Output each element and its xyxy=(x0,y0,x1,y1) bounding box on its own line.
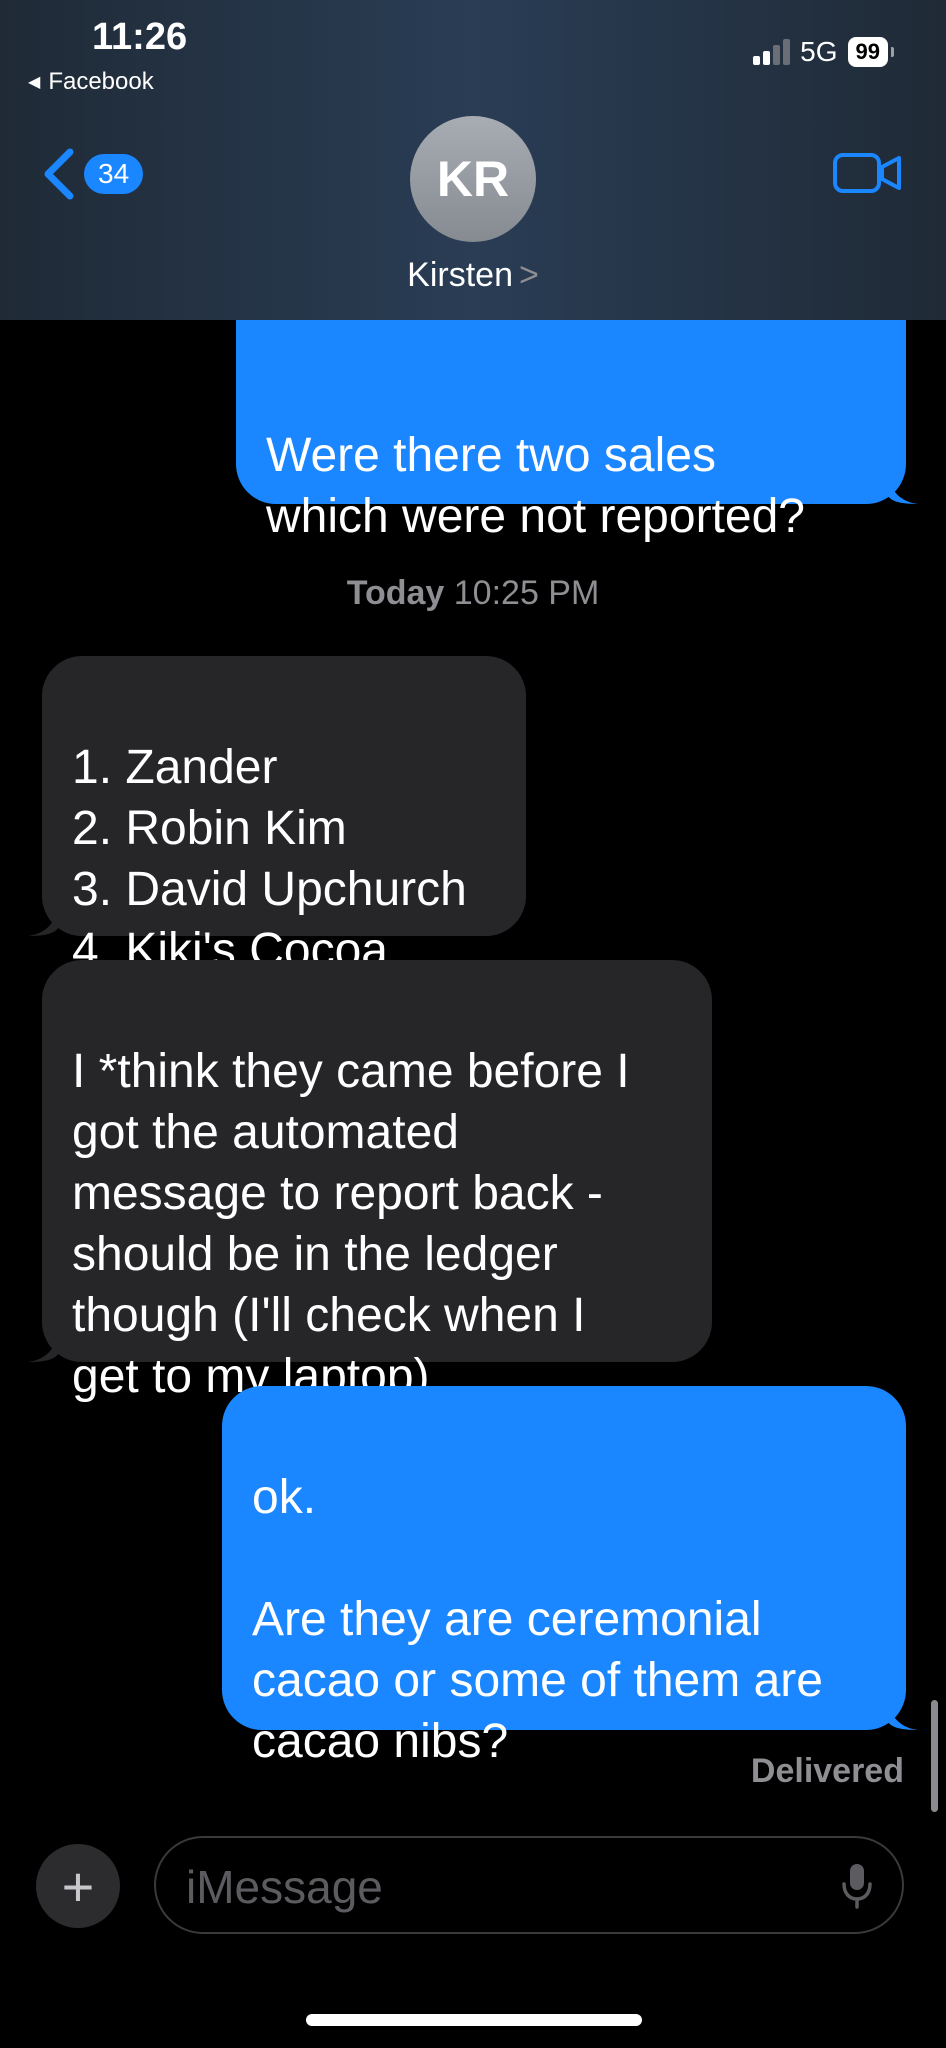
back-triangle-icon: ◀ xyxy=(28,74,41,91)
avatar[interactable]: KR xyxy=(410,116,536,242)
message-text: I *think they came before I got the auto… xyxy=(72,1045,630,1403)
status-indicators: 5G 99 xyxy=(753,36,895,68)
delivery-status: Delivered xyxy=(750,1752,904,1790)
cellular-signal-icon xyxy=(753,39,791,65)
plus-icon: + xyxy=(61,1854,95,1918)
timestamp-time: 10:25 PM xyxy=(453,574,600,612)
bubble-tail xyxy=(888,1700,918,1730)
contact-name[interactable]: Kirsten > xyxy=(0,256,946,295)
microphone-icon[interactable] xyxy=(840,1862,874,1910)
avatar-initials: KR xyxy=(436,151,510,207)
battery-level: 99 xyxy=(847,37,895,67)
bubble-tail xyxy=(888,474,918,504)
scrollbar[interactable] xyxy=(931,1700,938,1812)
status-time: 11:26 xyxy=(92,16,188,58)
message-text: ok. Are they are ceremonial cacao or som… xyxy=(252,1471,823,1768)
message-text: Were there two sales which were not repo… xyxy=(266,429,805,543)
bubble-tail xyxy=(28,906,58,936)
back-app-label: Facebook xyxy=(48,68,154,95)
received-message-bubble[interactable]: I *think they came before I got the auto… xyxy=(42,960,712,1403)
timestamp: Today 10:25 PM xyxy=(0,574,946,613)
chevron-right-icon: > xyxy=(518,256,539,294)
conversation-header: 11:26 ◀ Facebook 5G 99 34 KR Kirsten > xyxy=(0,0,946,320)
timestamp-day: Today xyxy=(346,574,445,612)
chevron-left-icon[interactable] xyxy=(40,148,76,200)
bubble-tail xyxy=(28,1332,58,1362)
received-message-bubble[interactable]: 1. Zander 2. Robin Kim 3. David Upchurch… xyxy=(42,656,526,977)
unread-count-badge[interactable]: 34 xyxy=(84,154,144,194)
message-input[interactable]: iMessage xyxy=(154,1836,904,1934)
message-text: 1. Zander 2. Robin Kim 3. David Upchurch… xyxy=(72,741,467,977)
sent-message-bubble[interactable]: ok. Are they are ceremonial cacao or som… xyxy=(222,1386,906,1768)
back-to-app-link[interactable]: ◀ Facebook xyxy=(28,68,154,96)
video-camera-icon[interactable] xyxy=(832,150,902,196)
add-attachment-button[interactable]: + xyxy=(36,1844,120,1928)
message-input-placeholder: iMessage xyxy=(186,1861,383,1913)
contact-name-label: Kirsten xyxy=(407,256,513,294)
home-indicator[interactable] xyxy=(306,2014,642,2026)
network-type: 5G xyxy=(800,36,838,67)
